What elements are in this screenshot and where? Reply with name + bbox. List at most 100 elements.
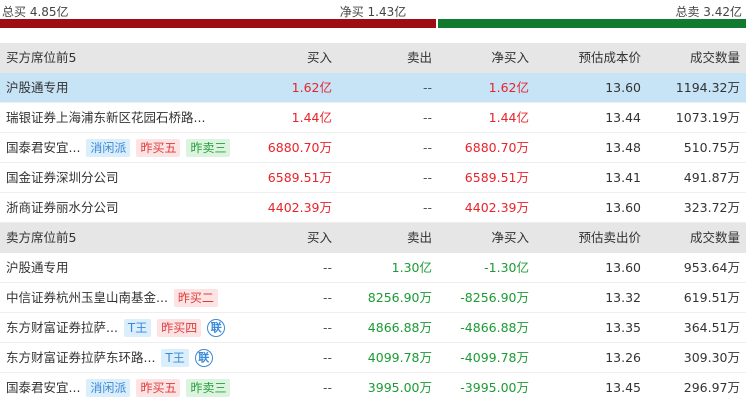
seat-row[interactable]: 浙商证券丽水分公司 4402.39万 -- 4402.39万 13.60 323.72万 (0, 193, 746, 223)
seat-name-cell: 国泰君安宜... 消闲派 昨买五 昨卖三 (6, 133, 231, 163)
volume: 953.64万 (683, 260, 740, 275)
net-amount: -4099.78万 (460, 350, 529, 365)
linked-seat-badge[interactable]: 联 (194, 349, 213, 367)
net-buy-label: 净买 1.43亿 (339, 5, 407, 19)
est-price: 13.60 (605, 200, 641, 215)
seat-name[interactable]: 沪股通专用 (6, 253, 69, 283)
est-price: 13.41 (605, 170, 641, 185)
seat-row[interactable]: 瑞银证券上海浦东新区花园石桥路... 1.44亿 -- 1.44亿 13.44 1073.… (0, 103, 746, 133)
sell-amount: -- (422, 200, 432, 215)
summary-bar: 总买 4.85亿 净买 1.43亿 总卖 3.42亿 (0, 0, 746, 30)
net-amount: -8256.90万 (460, 290, 529, 305)
seat-tag[interactable]: 昨买四 (157, 319, 202, 337)
col-volume-header: 成交数量 (689, 230, 740, 245)
sell-amount: -- (422, 110, 432, 125)
buy-seats-header: 买方席位前5 买入 卖出 净买入 预估成本价 成交数量 (0, 43, 746, 73)
seat-name[interactable]: 国泰君安宜... (6, 373, 80, 400)
volume: 1194.32万 (675, 80, 740, 95)
est-price: 13.32 (605, 290, 641, 305)
col-buy-header: 买入 (306, 50, 332, 65)
seat-row[interactable]: 沪股通专用 1.62亿 -- 1.62亿 13.60 1194.32万 (0, 73, 746, 103)
seat-row[interactable]: 中信证券杭州玉皇山南基金... 昨买二 -- 8256.90万 -8256.90万 13.… (0, 283, 746, 313)
col-buy-header: 买入 (306, 230, 332, 245)
seat-name-cell: 瑞银证券上海浦东新区花园石桥路... (6, 103, 205, 133)
est-price: 13.26 (605, 350, 641, 365)
seat-name-cell: 浙商证券丽水分公司 (6, 193, 119, 223)
volume: 323.72万 (683, 200, 740, 215)
net-amount: 6880.70万 (464, 140, 529, 155)
seat-tag[interactable]: 昨买二 (173, 289, 218, 307)
seat-row[interactable]: 国泰君安宜... 消闲派 昨买五 昨卖三 -- 3995.00万 -3995.00万 13.4… (0, 373, 746, 400)
sell-amount: -- (422, 140, 432, 155)
est-price: 13.48 (605, 140, 641, 155)
buy-amount: -- (322, 350, 332, 365)
sell-amount: 4099.78万 (367, 350, 432, 365)
seat-tag[interactable]: 消闲派 (86, 139, 131, 157)
sell-amount: -- (422, 80, 432, 95)
est-price: 13.60 (605, 260, 641, 275)
sell-amount: 4866.88万 (367, 320, 432, 335)
col-volume-header: 成交数量 (689, 50, 740, 65)
buy-amount: 6880.70万 (267, 140, 332, 155)
seat-row[interactable]: 国金证券深圳分公司 6589.51万 -- 6589.51万 13.41 491.87万 (0, 163, 746, 193)
volume: 491.87万 (683, 170, 740, 185)
sell-seats-section: 卖方席位前5 买入 卖出 净买入 预估卖出价 成交数量 沪股通专用 -- 1.30亿… (0, 223, 746, 400)
est-price: 13.44 (605, 110, 641, 125)
seat-name[interactable]: 沪股通专用 (6, 73, 69, 103)
sell-ratio-fill (438, 19, 746, 28)
seat-name-cell: 沪股通专用 (6, 73, 69, 103)
seat-name-cell: 国金证券深圳分公司 (6, 163, 119, 193)
seat-row[interactable]: 国泰君安宜... 消闲派 昨买五 昨卖三 6880.70万 -- 6880.70万 13.48… (0, 133, 746, 163)
linked-seat-badge[interactable]: 联 (207, 319, 226, 337)
seat-tag[interactable]: 消闲派 (86, 379, 131, 397)
est-price: 13.60 (605, 80, 641, 95)
volume: 619.51万 (683, 290, 740, 305)
seat-name[interactable]: 国金证券深圳分公司 (6, 163, 119, 193)
net-amount: 1.62亿 (488, 80, 529, 95)
seat-tag[interactable]: 昨卖三 (186, 379, 231, 397)
seat-tag[interactable]: 昨买五 (136, 379, 181, 397)
seat-row[interactable]: 沪股通专用 -- 1.30亿 -1.30亿 13.60 953.64万 (0, 253, 746, 283)
seat-tag[interactable]: 昨买五 (136, 139, 181, 157)
seat-row[interactable]: 东方财富证券拉萨... T王 昨买四联 -- 4866.88万 -4866.88万 13.3… (0, 313, 746, 343)
volume: 1073.19万 (675, 110, 740, 125)
col-net-header: 净买入 (491, 50, 529, 65)
net-amount: -1.30亿 (484, 260, 529, 275)
buy-amount: 6589.51万 (267, 170, 332, 185)
col-sell-header: 卖出 (406, 230, 432, 245)
buy-sell-ratio-bar (0, 19, 746, 28)
est-price: 13.35 (605, 320, 641, 335)
seat-tag[interactable]: T王 (123, 319, 152, 337)
seat-name[interactable]: 中信证券杭州玉皇山南基金... (6, 283, 168, 313)
volume: 296.97万 (683, 380, 740, 395)
seat-name[interactable]: 浙商证券丽水分公司 (6, 193, 119, 223)
volume: 309.30万 (683, 350, 740, 365)
seat-name-cell: 东方财富证券拉萨东环路... T王联 (6, 343, 213, 373)
seat-name[interactable]: 东方财富证券拉萨东环路... (6, 343, 155, 373)
seat-name[interactable]: 国泰君安宜... (6, 133, 80, 163)
seat-name[interactable]: 东方财富证券拉萨... (6, 313, 118, 343)
est-price: 13.45 (605, 380, 641, 395)
net-amount: -3995.00万 (460, 380, 529, 395)
sell-amount: 3995.00万 (367, 380, 432, 395)
sell-seats-title: 卖方席位前5 (6, 230, 77, 245)
sell-amount: 1.30亿 (391, 260, 432, 275)
buy-amount: -- (322, 260, 332, 275)
buy-amount: -- (322, 320, 332, 335)
seat-name-cell: 中信证券杭州玉皇山南基金... 昨买二 (6, 283, 218, 313)
seat-name[interactable]: 瑞银证券上海浦东新区花园石桥路... (6, 103, 205, 133)
col-price-header: 预估卖出价 (578, 230, 641, 245)
seat-row[interactable]: 东方财富证券拉萨东环路... T王联 -- 4099.78万 -4099.78万 13.2… (0, 343, 746, 373)
seat-name-cell: 东方财富证券拉萨... T王 昨买四联 (6, 313, 226, 343)
total-sell-label: 总卖 3.42亿 (675, 5, 742, 19)
net-amount: 1.44亿 (488, 110, 529, 125)
col-price-header: 预估成本价 (578, 50, 641, 65)
seat-tag[interactable]: T王 (161, 349, 189, 367)
sell-amount: 8256.90万 (367, 290, 432, 305)
buy-seats-title: 买方席位前5 (6, 50, 77, 65)
col-sell-header: 卖出 (406, 50, 432, 65)
seat-name-cell: 沪股通专用 (6, 253, 69, 283)
seat-tag[interactable]: 昨卖三 (186, 139, 231, 157)
buy-amount: -- (322, 380, 332, 395)
buy-amount: 1.44亿 (291, 110, 332, 125)
